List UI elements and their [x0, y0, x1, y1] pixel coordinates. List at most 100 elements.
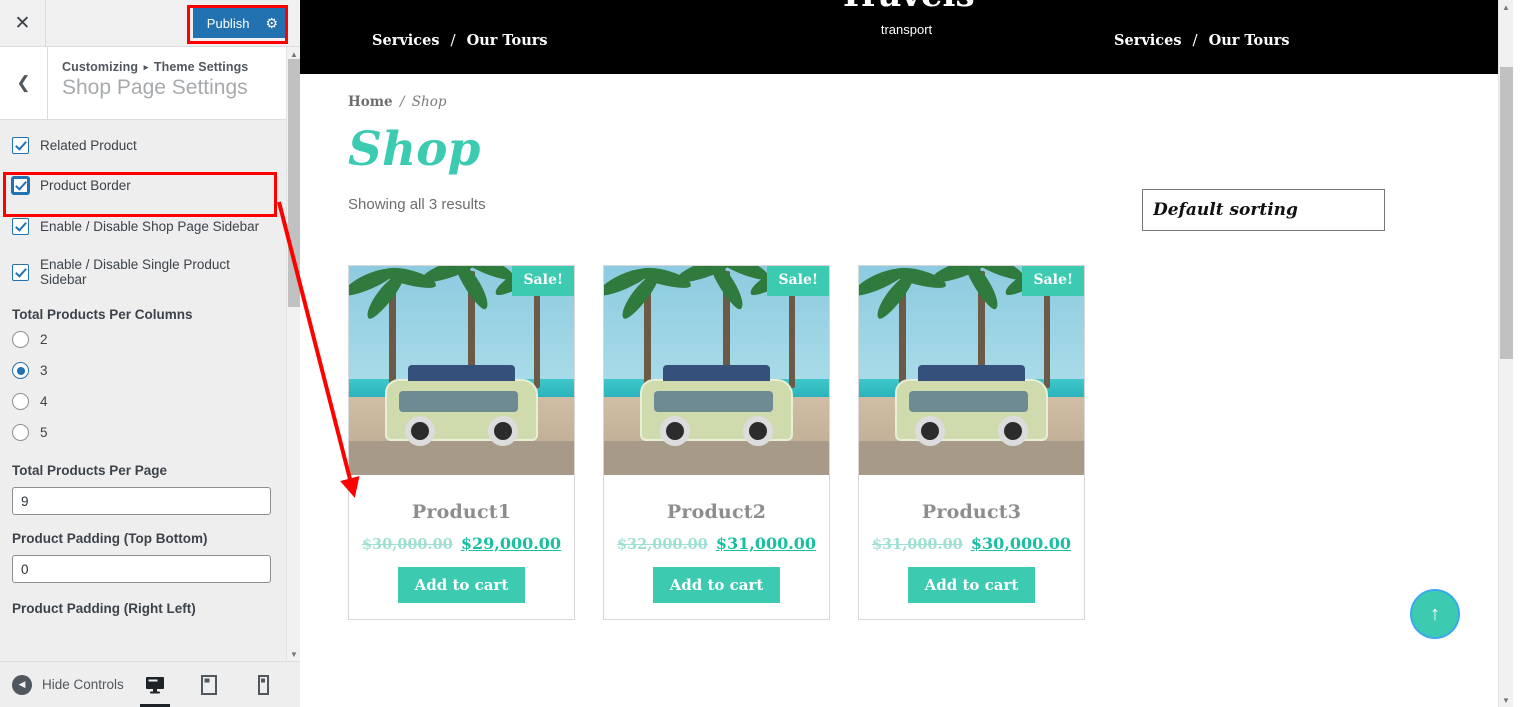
- breadcrumb: Customizing ▸ Theme Settings: [62, 60, 248, 74]
- arrow-up-icon[interactable]: ↑: [1412, 591, 1458, 637]
- page-title: Shop Page Settings: [62, 76, 248, 99]
- control-label: Related Product: [40, 138, 137, 153]
- breadcrumb-home-link[interactable]: Home: [348, 94, 393, 110]
- publish-button[interactable]: Publish ⚙: [192, 8, 288, 38]
- product-price: $32,000.00 $31,000.00: [612, 534, 821, 553]
- checkbox-related-product[interactable]: [12, 137, 29, 154]
- product-image[interactable]: Sale!: [349, 265, 574, 475]
- nav-separator: /: [450, 31, 456, 49]
- per-page-input[interactable]: [12, 487, 271, 515]
- add-to-cart-button[interactable]: Add to cart: [907, 566, 1036, 603]
- product-price: $30,000.00 $29,000.00: [357, 534, 566, 553]
- control-product-border[interactable]: Product Border: [12, 177, 274, 194]
- result-count: Showing all 3 results: [348, 195, 486, 213]
- brand-title[interactable]: Travels: [300, 0, 1513, 12]
- radio-label: 2: [40, 332, 48, 347]
- product-old-price: $31,000.00: [871, 535, 963, 553]
- radio-indicator[interactable]: [12, 424, 29, 441]
- radio-columns-2[interactable]: 2: [12, 331, 274, 348]
- breadcrumb-child: Theme Settings: [153, 60, 249, 74]
- control-label: Enable / Disable Single Product Sidebar: [40, 257, 230, 287]
- radio-indicator[interactable]: [12, 331, 29, 348]
- nav-item-services-left[interactable]: Services: [372, 32, 440, 49]
- radio-columns-5[interactable]: 5: [12, 424, 274, 441]
- customizer-header: ✕ Publish ⚙: [0, 0, 300, 47]
- breadcrumb-separator-icon: ▸: [143, 62, 149, 73]
- breadcrumb-current: Shop: [411, 94, 447, 110]
- control-label: Product Border: [40, 178, 131, 193]
- product-name[interactable]: Product1: [357, 501, 566, 523]
- control-single-product-sidebar[interactable]: Enable / Disable Single Product Sidebar: [12, 257, 274, 287]
- primary-nav-left: Services / Our Tours: [372, 31, 548, 49]
- product-old-price: $32,000.00: [616, 535, 708, 553]
- nav-item-our-tours-right[interactable]: Our Tours: [1209, 32, 1290, 49]
- product-new-price: $30,000.00: [970, 533, 1072, 553]
- preview-scroll-up-icon[interactable]: ▲: [1499, 0, 1513, 14]
- product-new-price: $29,000.00: [460, 533, 562, 553]
- sorting-select[interactable]: Default sorting Sort by popularity Sort …: [1142, 188, 1385, 231]
- product-new-price: $31,000.00: [715, 533, 817, 553]
- radio-indicator[interactable]: [12, 362, 29, 379]
- breadcrumb-separator: /: [399, 94, 405, 110]
- preview-scrollbar[interactable]: ▲ ▼: [1498, 0, 1513, 707]
- customizer-screen: ✕ Publish ⚙ ❮ Customizing ▸ Theme Settin…: [0, 0, 1528, 707]
- per-page-heading: Total Products Per Page: [12, 463, 168, 478]
- checkbox-shop-page-sidebar[interactable]: [12, 218, 29, 235]
- chevron-left-circle-icon: ◀: [12, 674, 32, 695]
- customizer-footer: ◀ Hide Controls: [0, 661, 300, 707]
- padding-top-bottom-heading: Product Padding (Top Bottom): [12, 531, 208, 546]
- control-related-product[interactable]: Related Product: [12, 137, 274, 154]
- product-name[interactable]: Product2: [612, 501, 821, 523]
- product-price: $31,000.00 $30,000.00: [867, 534, 1076, 553]
- product-grid: Sale! Product1 $30,000.00 $29,000.00 Add…: [348, 264, 1513, 620]
- tablet-preview-icon[interactable]: [194, 662, 224, 707]
- sale-badge: Sale!: [1022, 265, 1084, 296]
- product-card[interactable]: Sale! Product3 $31,000.00 $30,000.00 Add…: [858, 264, 1085, 620]
- checkbox-product-border[interactable]: [12, 177, 29, 194]
- gear-icon[interactable]: ⚙: [265, 16, 278, 30]
- sidebar-scrollbar-thumb[interactable]: [288, 59, 300, 307]
- chevron-left-icon[interactable]: ❮: [0, 47, 48, 119]
- shop-toolbar: Showing all 3 results Default sorting So…: [348, 188, 1385, 231]
- breadcrumb-parent: Customizing: [62, 60, 139, 74]
- customizer-controls-panel: Related Product Product Border Enable / …: [0, 121, 286, 661]
- checkbox-single-product-sidebar[interactable]: [12, 263, 29, 281]
- product-name[interactable]: Product3: [867, 501, 1076, 523]
- radio-indicator[interactable]: [12, 393, 29, 410]
- desktop-preview-icon[interactable]: [140, 662, 170, 707]
- close-icon[interactable]: ✕: [0, 0, 46, 46]
- product-card[interactable]: Sale! Product1 $30,000.00 $29,000.00 Add…: [348, 264, 575, 620]
- add-to-cart-button[interactable]: Add to cart: [652, 566, 781, 603]
- hide-controls-button[interactable]: ◀ Hide Controls: [12, 674, 124, 695]
- control-shop-page-sidebar[interactable]: Enable / Disable Shop Page Sidebar: [12, 218, 274, 235]
- shop-page-title: Shop: [348, 122, 481, 177]
- padding-top-bottom-input[interactable]: [12, 555, 271, 583]
- product-old-price: $30,000.00: [361, 535, 453, 553]
- add-to-cart-button[interactable]: Add to cart: [397, 566, 526, 603]
- scroll-down-icon[interactable]: ▼: [287, 647, 301, 661]
- product-image[interactable]: Sale!: [604, 265, 829, 475]
- mobile-preview-icon[interactable]: [248, 662, 278, 707]
- sorting-select-wrapper: Default sorting Sort by popularity Sort …: [1142, 188, 1385, 231]
- header-spacer: [46, 0, 193, 46]
- nav-item-our-tours-left[interactable]: Our Tours: [467, 32, 548, 49]
- preview-scrollbar-thumb[interactable]: [1500, 67, 1513, 359]
- radio-columns-4[interactable]: 4: [12, 393, 274, 410]
- shop-breadcrumb: Home / Shop: [348, 94, 1513, 110]
- site-header: Travels transport Services / Our Tours S…: [300, 0, 1513, 74]
- shop-page-content: Home / Shop Shop Showing all 3 results D…: [300, 94, 1513, 620]
- radio-columns-3[interactable]: 3: [12, 362, 274, 379]
- sidebar-scrollbar[interactable]: ▲ ▼: [286, 47, 300, 661]
- product-card[interactable]: Sale! Product2 $32,000.00 $31,000.00 Add…: [603, 264, 830, 620]
- publish-button-label: Publish: [206, 15, 250, 31]
- customizer-sidebar: ✕ Publish ⚙ ❮ Customizing ▸ Theme Settin…: [0, 0, 300, 707]
- preview-scroll-down-icon[interactable]: ▼: [1499, 693, 1513, 707]
- product-info: Product2 $32,000.00 $31,000.00 Add to ca…: [604, 475, 829, 619]
- beach-van-photo: [349, 265, 574, 475]
- columns-heading: Total Products Per Columns: [12, 307, 193, 322]
- radio-label: 5: [40, 425, 48, 440]
- product-image[interactable]: Sale!: [859, 265, 1084, 475]
- control-label: Enable / Disable Shop Page Sidebar: [40, 219, 260, 234]
- product-info: Product3 $31,000.00 $30,000.00 Add to ca…: [859, 475, 1084, 619]
- nav-item-services-right[interactable]: Services: [1114, 32, 1182, 49]
